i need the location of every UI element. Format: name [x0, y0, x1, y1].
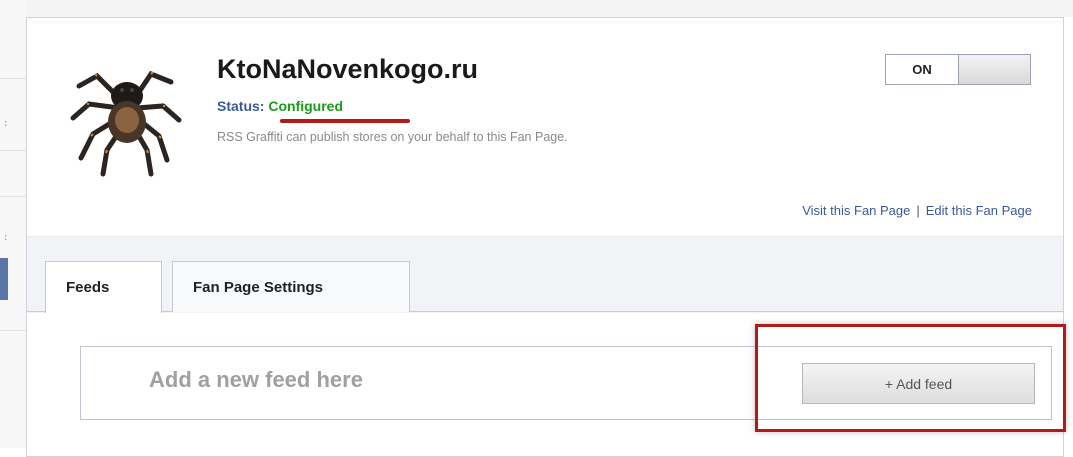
edge-glyph: :: [4, 118, 8, 129]
tarantula-avatar-icon: [70, 70, 182, 177]
annotation-underline: [280, 119, 410, 123]
add-feed-prompt: Add a new feed here: [149, 367, 363, 392]
edit-fan-page-link[interactable]: Edit this Fan Page: [926, 203, 1032, 218]
edge-glyph: :: [4, 232, 8, 243]
tab-fan-page-settings[interactable]: Fan Page Settings: [172, 261, 410, 312]
divider: [0, 78, 26, 79]
toggle-off-half: [959, 55, 1030, 84]
status-line: Status: Configured: [217, 98, 343, 114]
tab-feeds-label: Feeds: [66, 279, 110, 296]
top-gap: [26, 0, 1073, 17]
annotation-highlight-box: [755, 324, 1066, 432]
selected-nav-marker: [0, 258, 8, 300]
tab-fan-page-settings-label: Fan Page Settings: [193, 278, 324, 296]
divider: [0, 330, 26, 331]
tab-feeds[interactable]: Feeds: [45, 261, 162, 313]
status-description: RSS Graffiti can publish stores on your …: [217, 130, 568, 144]
toggle-on-label: ON: [886, 55, 959, 84]
status-value: Configured: [268, 98, 343, 114]
page-title: KtoNaNovenkogo.ru: [217, 54, 479, 84]
left-panel-edge: : :: [0, 0, 26, 448]
visit-fan-page-link[interactable]: Visit this Fan Page: [802, 203, 910, 218]
fan-page-links: Visit this Fan Page | Edit this Fan Page: [802, 203, 1032, 218]
status-label: Status:: [217, 98, 265, 114]
on-off-toggle[interactable]: ON: [885, 54, 1031, 85]
divider: [0, 150, 26, 151]
divider: [0, 196, 26, 197]
link-separator: |: [916, 203, 920, 218]
